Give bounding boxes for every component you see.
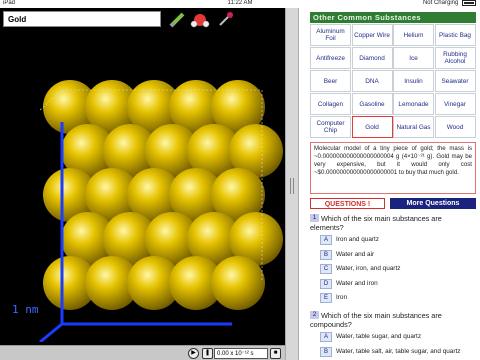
question-number: 2	[310, 311, 319, 319]
question-text: 2 Which of the six main substances are co…	[310, 311, 476, 329]
answer-option[interactable]: A Water, table sugar, and quartz	[320, 332, 476, 342]
question-number: 1	[310, 214, 319, 222]
substance-item-vinegar[interactable]: Vinegar	[434, 93, 476, 115]
substance-item-beer[interactable]: Beer	[310, 70, 351, 92]
battery-status: Not Charging	[423, 0, 476, 6]
substance-item-gasoline[interactable]: Gasoline	[351, 93, 393, 115]
gold-lattice-model[interactable]	[0, 32, 285, 342]
substance-item-collagen[interactable]: Collagen	[310, 93, 351, 115]
answer-text: Water, table sugar, and quartz	[336, 333, 422, 340]
substance-item-insulin[interactable]: Insulin	[393, 70, 434, 92]
answer-letter-button[interactable]: C	[320, 264, 332, 274]
substance-item-diamond[interactable]: Diamond	[351, 47, 393, 69]
answer-text: Water, table salt, air, table sugar, and…	[336, 347, 461, 355]
gold-atom	[211, 256, 265, 310]
answer-text: Iron	[336, 294, 348, 301]
battery-icon	[462, 0, 476, 6]
substance-item-plastic-bag[interactable]: Plastic Bag	[434, 24, 476, 46]
substance-item-computer-chip[interactable]: Computer Chip	[310, 116, 351, 138]
info-panel: Other Common Substances Aluminum Foil Cop…	[299, 8, 480, 360]
substance-item-ice[interactable]: Ice	[393, 47, 434, 69]
step-icon[interactable]: ❚	[202, 348, 213, 359]
substance-item-rubbing-alcohol[interactable]: Rubbing Alcohol	[434, 47, 476, 69]
section-header: Other Common Substances	[310, 12, 476, 23]
pencil-icon[interactable]	[168, 11, 186, 29]
answer-option[interactable]: E Iron	[320, 293, 476, 303]
molecule-icon[interactable]	[190, 11, 210, 29]
questions-button[interactable]: QUESTIONS !	[310, 198, 385, 209]
substance-item-helium[interactable]: Helium	[393, 24, 434, 46]
answer-text: Water and air	[336, 250, 375, 258]
substance-item-wood[interactable]: Wood	[434, 116, 476, 138]
substance-title-field[interactable]: Gold	[3, 11, 161, 27]
clock: 11:22 AM	[227, 0, 253, 6]
question-label: Which of the six main substances are ele…	[310, 214, 442, 232]
substance-item-lemonade[interactable]: Lemonade	[393, 93, 434, 115]
playback-bar: ▶ ❚ 0.00 x 10⁻¹² s ■	[0, 345, 285, 360]
answer-text: Water and iron	[336, 279, 378, 287]
substance-item-copper-wire[interactable]: Copper Wire	[351, 24, 393, 46]
more-questions-button[interactable]: More Questions	[390, 198, 476, 209]
substance-item-natural-gas[interactable]: Natural Gas	[393, 116, 434, 138]
substance-item-aluminum-foil[interactable]: Aluminum Foil	[310, 24, 351, 46]
answer-letter-button[interactable]: D	[320, 278, 332, 289]
answer-option[interactable]: B Water, table salt, air, table sugar, an…	[320, 346, 476, 357]
answer-text: Water, iron, and quartz	[336, 265, 401, 272]
answer-letter-button[interactable]: A	[320, 332, 332, 342]
answer-option[interactable]: C Water, iron, and quartz	[320, 264, 476, 274]
answer-text: Iron and quartz	[336, 236, 379, 243]
answer-option[interactable]: B Water and air	[320, 249, 476, 260]
status-bar: iPad 11:22 AM Not Charging	[0, 0, 480, 8]
substance-item-antifreeze[interactable]: Antifreeze	[310, 47, 351, 69]
model-viewer-panel: Gold 1 nm ▶ ❚ 0.00 x 10⁻¹² s ■	[0, 8, 285, 360]
answer-letter-button[interactable]: A	[320, 235, 332, 245]
pin-icon[interactable]	[216, 11, 234, 29]
scale-bar-label: 1 nm	[12, 303, 39, 316]
reset-icon[interactable]: ■	[270, 348, 281, 359]
substance-item-dna[interactable]: DNA	[351, 70, 393, 92]
drag-handle[interactable]	[290, 178, 294, 194]
play-icon[interactable]: ▶	[188, 348, 199, 359]
answer-letter-button[interactable]: E	[320, 293, 332, 303]
answer-option[interactable]: D Water and iron	[320, 278, 476, 289]
time-readout: 0.00 x 10⁻¹² s	[214, 348, 268, 359]
substance-item-gold[interactable]: Gold	[351, 116, 393, 138]
answer-letter-button[interactable]: B	[320, 346, 332, 357]
question-label: Which of the six main substances are com…	[310, 311, 442, 329]
panel-divider[interactable]	[285, 8, 299, 360]
answer-option[interactable]: A Iron and quartz	[320, 235, 476, 245]
substance-description: Molecular model of a tiny piece of gold;…	[310, 142, 476, 194]
question-text: 1 Which of the six main substances are el…	[310, 214, 476, 232]
substance-item-seawater[interactable]: Seawater	[434, 70, 476, 92]
charging-label: Not Charging	[422, 0, 459, 6]
answer-letter-button[interactable]: B	[320, 249, 332, 260]
